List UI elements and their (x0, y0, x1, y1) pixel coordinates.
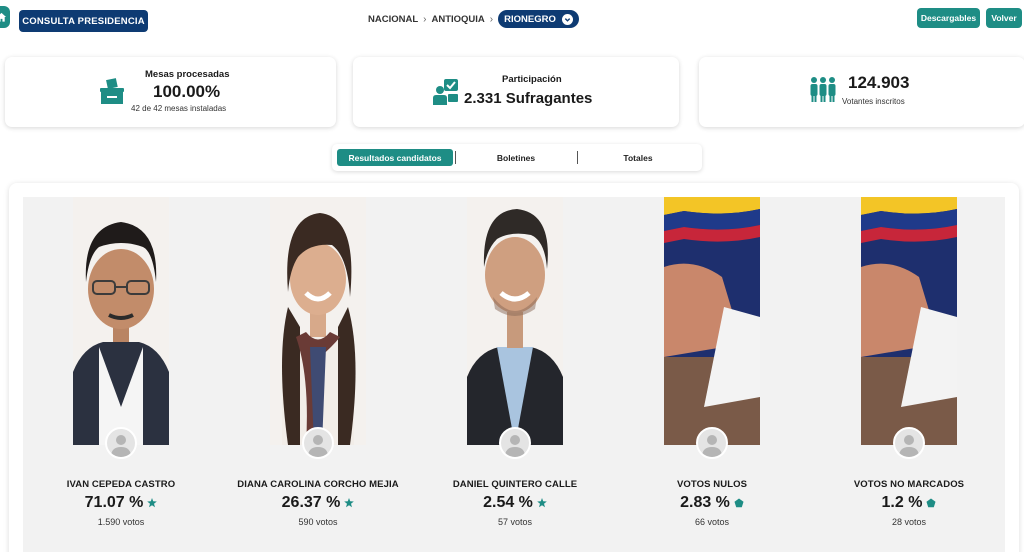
breadcrumb-current-label: RIONEGRO (504, 13, 556, 25)
star-icon (147, 498, 158, 508)
candidate-name: DIANA CAROLINA CORCHO MEJIA (237, 479, 399, 490)
chevron-down-icon (561, 13, 573, 25)
candidate-percentage: 1.2 % (811, 494, 1007, 512)
breadcrumb: NACIONAL › ANTIOQUIA › RIONEGRO (368, 10, 579, 28)
avatar (499, 427, 531, 459)
avatar (893, 427, 925, 459)
candidate-percentage-value: 26.37 % (281, 494, 341, 511)
tab-divider (577, 151, 578, 164)
participacion-card: Participación 2.331 Sufragantes (353, 57, 679, 127)
candidate-percentage: 2.54 % (417, 494, 613, 512)
candidate-card[interactable]: VOTOS NO MARCADOS 1.2 % 28 votos (811, 197, 1007, 552)
ballot-photo (664, 197, 760, 445)
consulta-presidencia-button[interactable]: CONSULTA PRESIDENCIA (19, 10, 148, 32)
voter-check-icon (433, 79, 458, 105)
top-bar: CONSULTA PRESIDENCIA NACIONAL › ANTIOQUI… (0, 0, 1024, 44)
tab-resultados-candidatos[interactable]: Resultados candidatos (337, 149, 453, 166)
tab-boletines[interactable]: Boletines (460, 149, 572, 166)
candidate-card[interactable]: IVAN CEPEDA CASTRO 71.07 % 1.590 votos (23, 197, 219, 552)
candidate-percentage-value: 1.2 % (881, 494, 923, 511)
ballot-photo (861, 197, 957, 445)
candidate-votes: 66 votos (694, 517, 730, 527)
candidate-card[interactable]: DIANA CAROLINA CORCHO MEJIA 26.37 % 590 … (220, 197, 416, 552)
votantes-inscritos-value: 124.903 (848, 73, 910, 92)
breadcrumb-item-nacional[interactable]: NACIONAL (368, 14, 418, 25)
candidate-photo (467, 197, 563, 445)
participacion-title: Participación (502, 74, 562, 85)
home-button[interactable] (0, 6, 10, 28)
mesas-procesadas-title: Mesas procesadas (145, 69, 230, 80)
candidate-percentage-value: 71.07 % (84, 494, 144, 511)
candidate-percentage: 71.07 % (23, 494, 219, 512)
candidates-row: IVAN CEPEDA CASTRO 71.07 % 1.590 votos D… (23, 197, 1005, 552)
volver-button[interactable]: Volver (986, 8, 1022, 28)
candidate-card[interactable]: VOTOS NULOS 2.83 % 66 votos (614, 197, 810, 552)
ballot-box-icon (100, 78, 124, 104)
breadcrumb-current-dropdown[interactable]: RIONEGRO (498, 10, 579, 28)
candidate-votes: 590 votos (298, 517, 338, 527)
candidate-percentage: 2.83 % (614, 494, 810, 512)
avatar (696, 427, 728, 459)
avatar (302, 427, 334, 459)
star-icon (344, 498, 355, 508)
candidate-photo (73, 197, 169, 445)
descargables-button[interactable]: Descargables (917, 8, 980, 28)
candidate-percentage-value: 2.83 % (680, 494, 730, 511)
pentagon-icon (734, 498, 744, 508)
mesas-instaladas-text: 42 de 42 mesas instaladas (131, 104, 227, 113)
pentagon-icon (926, 498, 936, 508)
candidate-name: IVAN CEPEDA CASTRO (66, 479, 176, 490)
votantes-inscritos-label: Votantes inscritos (842, 97, 905, 106)
home-icon (0, 12, 7, 22)
people-group-icon (810, 77, 836, 102)
candidate-percentage: 26.37 % (220, 494, 416, 512)
avatar (105, 427, 137, 459)
tab-divider (455, 151, 456, 164)
sufragantes-value: 2.331 Sufragantes (464, 90, 593, 107)
candidate-card[interactable]: DANIEL QUINTERO CALLE 2.54 % 57 votos (417, 197, 613, 552)
candidate-name: VOTOS NO MARCADOS (853, 479, 965, 490)
candidate-name: DANIEL QUINTERO CALLE (452, 479, 578, 490)
candidate-votes: 28 votos (891, 517, 927, 527)
candidate-photo (270, 197, 366, 445)
tab-totales[interactable]: Totales (580, 149, 696, 166)
mesas-procesadas-card: Mesas procesadas 100.00% 42 de 42 mesas … (5, 57, 336, 127)
candidate-name: VOTOS NULOS (676, 479, 748, 490)
star-icon (537, 498, 547, 508)
results-panel: IVAN CEPEDA CASTRO 71.07 % 1.590 votos D… (9, 183, 1019, 552)
candidate-votes: 1.590 votos (97, 517, 145, 527)
chevron-right-icon: › (423, 13, 427, 25)
chevron-right-icon: › (489, 13, 494, 25)
results-tabs: Resultados candidatos Boletines Totales (332, 144, 702, 171)
breadcrumb-item-antioquia[interactable]: ANTIOQUIA (431, 14, 484, 25)
candidate-percentage-value: 2.54 % (483, 494, 533, 511)
votantes-inscritos-card: 124.903 Votantes inscritos (699, 57, 1024, 127)
mesas-procesadas-value: 100.00% (153, 82, 221, 101)
candidate-votes: 57 votos (497, 517, 533, 527)
